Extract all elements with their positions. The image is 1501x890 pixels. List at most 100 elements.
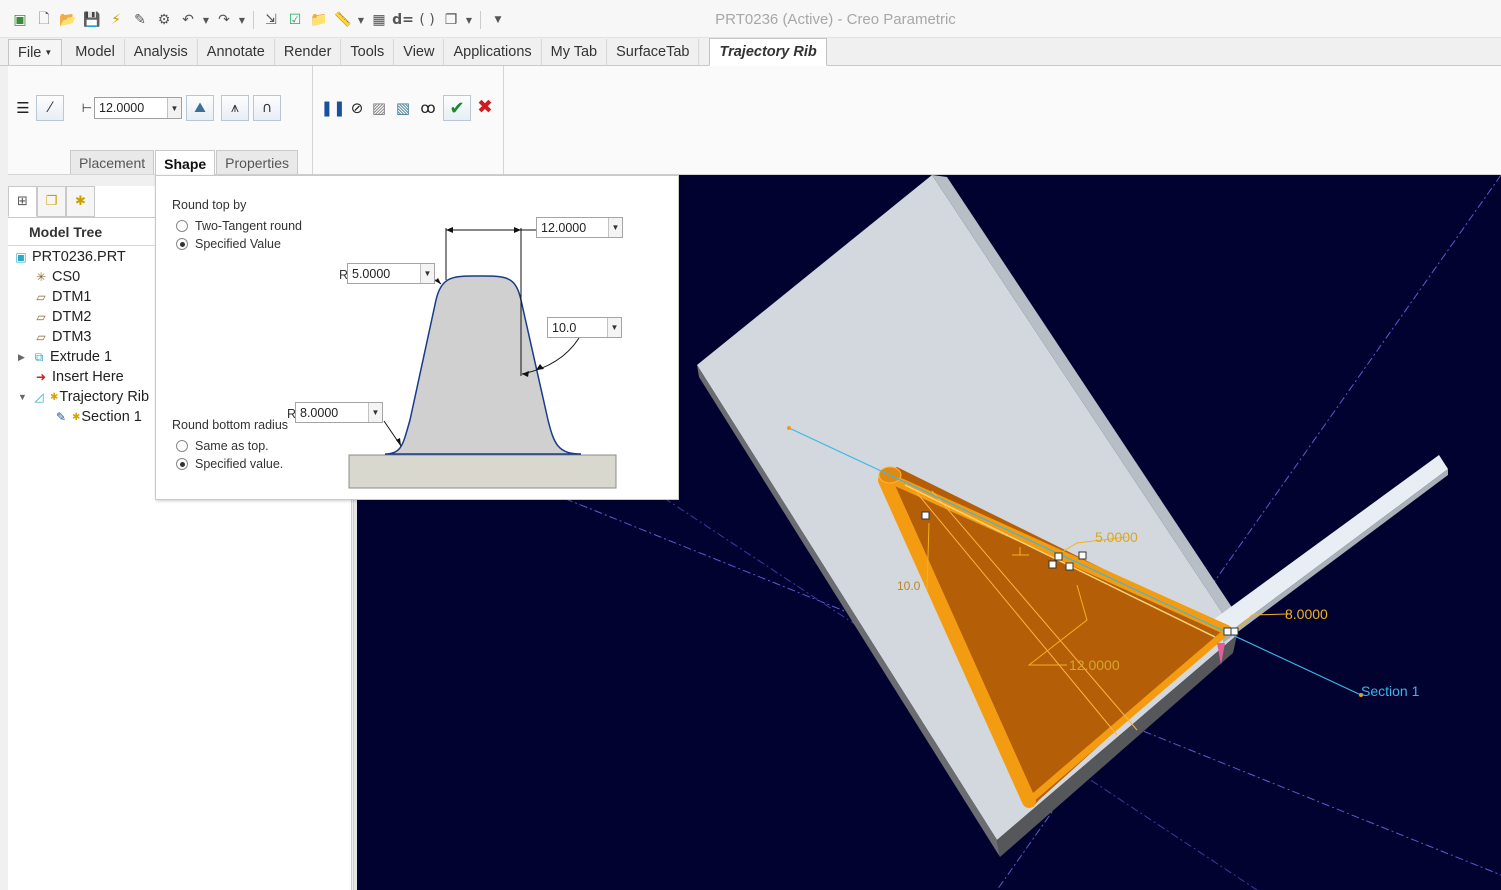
- add-draft-button[interactable]: ⛰: [186, 95, 214, 121]
- rib-icon: ◿: [34, 390, 44, 404]
- bottom-radius-combo[interactable]: 8.0000 ▼: [295, 402, 383, 423]
- no-preview-icon[interactable]: ⊘: [346, 97, 368, 119]
- cancel-button[interactable]: ✖: [474, 96, 496, 118]
- tree-item-trajectory-rib[interactable]: ▼ ◿ ✱ Trajectory Rib: [18, 387, 149, 407]
- base-block: [348, 454, 617, 489]
- tree-item-dtm2[interactable]: ▱ DTM2: [32, 307, 91, 327]
- tab-tools[interactable]: Tools: [341, 39, 395, 65]
- shape-slideup-panel: Round top by Two-Tangent round Specified…: [155, 175, 679, 500]
- tree-item-extrude-1[interactable]: ▶ ⧉ Extrude 1: [18, 347, 112, 367]
- tab-surfacetab[interactable]: SurfaceTab: [607, 39, 700, 65]
- tab-file-label: File: [18, 44, 42, 61]
- extrude-icon: ⧉: [34, 349, 44, 364]
- tab-my-tab[interactable]: My Tab: [542, 39, 608, 65]
- tree-item-label: Trajectory Rib: [59, 389, 150, 405]
- round-exposed-edges-button[interactable]: ∩: [253, 95, 281, 121]
- chevron-down-icon[interactable]: ▼: [368, 403, 382, 422]
- tree-item-insert-here[interactable]: ➜ Insert Here: [32, 367, 124, 387]
- drag-handle[interactable]: [1054, 552, 1063, 561]
- drag-handle[interactable]: [1223, 627, 1232, 636]
- tree-item-dtm1[interactable]: ▱ DTM1: [32, 287, 91, 307]
- sketch-icon: ✎: [55, 410, 67, 424]
- tree-item-cs0[interactable]: ✳ CS0: [32, 267, 80, 287]
- draft-angle-combo[interactable]: 10.0 ▼: [547, 317, 622, 338]
- top-radius-value: 5.0000: [352, 266, 391, 281]
- arrowhead: [435, 278, 441, 284]
- tab-trajectory-rib[interactable]: Trajectory Rib: [709, 38, 827, 66]
- arrowhead: [536, 364, 544, 370]
- arrowhead: [514, 227, 521, 233]
- ok-button[interactable]: ✔: [443, 95, 471, 121]
- drag-handle[interactable]: [1078, 551, 1087, 560]
- expand-icon[interactable]: ▶: [18, 352, 30, 363]
- tree-item-label: Extrude 1: [50, 349, 113, 365]
- datum-plane-icon: ▱: [36, 330, 46, 344]
- thickness-icon: ☰: [16, 99, 30, 117]
- tab-model[interactable]: Model: [66, 39, 125, 65]
- tab-analysis[interactable]: Analysis: [125, 39, 198, 65]
- tab-file[interactable]: File ▼: [8, 39, 63, 65]
- section-label[interactable]: Section 1: [1361, 683, 1420, 699]
- new-feature-star-icon: ✱: [72, 411, 81, 423]
- tree-item-section-1[interactable]: ✎ ✱ Section 1: [52, 407, 142, 427]
- new-feature-star-icon: ✱: [50, 391, 59, 403]
- subtab-placement[interactable]: Placement: [70, 150, 155, 174]
- ribbon-tabs: File ▼ Model Analysis Annotate Render Too…: [0, 38, 1501, 66]
- subtab-properties[interactable]: Properties: [216, 150, 298, 174]
- folder-browser-tab-icon[interactable]: ❐: [37, 186, 66, 217]
- drag-handle[interactable]: [1230, 627, 1239, 636]
- wall-face: [1213, 455, 1448, 637]
- top-width-combo[interactable]: 12.0000 ▼: [536, 217, 623, 238]
- chevron-down-icon[interactable]: ▼: [167, 98, 181, 118]
- model-tree-tab-icon[interactable]: ⊞: [8, 186, 37, 217]
- flip-thickness-button[interactable]: ⁄: [36, 95, 64, 121]
- subtab-shape[interactable]: Shape: [155, 150, 216, 176]
- chevron-down-icon[interactable]: ▼: [608, 218, 622, 237]
- thickness-combo[interactable]: 12.0000 ▼: [94, 97, 182, 119]
- drag-handle[interactable]: [921, 511, 930, 520]
- pause-icon[interactable]: ❚❚: [320, 97, 345, 119]
- tree-item-label: Insert Here: [52, 369, 124, 385]
- feature-control-group: ❚❚ ⊘ ▨ ▧ ꝏ ✔ ✖: [314, 66, 504, 175]
- tree-item-prt0236[interactable]: ▣ PRT0236.PRT: [12, 247, 126, 267]
- tree-item-label: DTM1: [52, 289, 92, 305]
- bottom-radius-value: 8.0000: [300, 405, 339, 420]
- drag-handle[interactable]: [1065, 562, 1074, 571]
- dim-5-text[interactable]: 5.0000: [1095, 529, 1138, 545]
- chevron-down-icon[interactable]: ▼: [607, 318, 621, 337]
- verify-mode-icon[interactable]: ꝏ: [417, 97, 439, 119]
- tab-applications[interactable]: Applications: [444, 39, 542, 65]
- insert-arrow-icon: ➜: [35, 370, 47, 384]
- top-radius-combo[interactable]: 5.0000 ▼: [347, 263, 435, 284]
- tab-annotate[interactable]: Annotate: [198, 39, 275, 65]
- favorites-tab-icon[interactable]: ✱: [66, 186, 95, 217]
- title-bar: ▣ 🗋 📂 💾 ⚡ ✎ ⚙ ↶ ▼ ↷ ▼ ⇲ ☑ 📁 📏 ▼ ▦ d= ( )…: [0, 0, 1501, 38]
- rib-subtabs: Placement Shape Properties: [70, 150, 299, 176]
- window-title: PRT0236 (Active) - Creo Parametric: [715, 11, 956, 28]
- chevron-down-icon: ▼: [44, 48, 53, 57]
- thickness-value: 12.0000: [99, 101, 145, 115]
- part-icon: ▣: [15, 250, 27, 264]
- tree-item-label: DTM3: [52, 329, 92, 345]
- top-width-value: 12.0000: [541, 220, 587, 235]
- drag-handle[interactable]: [1048, 560, 1057, 569]
- tree-item-dtm3[interactable]: ▱ DTM3: [32, 327, 91, 347]
- trajectory-start-point: [787, 426, 791, 430]
- dim-12-text[interactable]: 12.0000: [1069, 657, 1120, 673]
- preview-attached-icon[interactable]: ▨: [368, 97, 390, 119]
- chevron-down-icon[interactable]: ▼: [420, 264, 434, 283]
- coordinate-system-icon: ✳: [35, 270, 47, 284]
- preview-detached-icon[interactable]: ▧: [392, 97, 414, 119]
- dim-8-text[interactable]: 8.0000: [1285, 606, 1328, 622]
- tab-render[interactable]: Render: [275, 39, 342, 65]
- navigator-tabs: ⊞ ❐ ✱: [8, 186, 95, 217]
- tree-item-label: CS0: [52, 269, 81, 285]
- tab-view[interactable]: View: [394, 39, 445, 65]
- wall-edge: [1223, 469, 1448, 643]
- tree-item-label: PRT0236.PRT: [32, 249, 126, 265]
- ribbon-panel: ☰ ⁄ ⊢ 12.0000 ▼ ⛰ ⩚ ∩ ❚❚ ⊘ ▨ ▧ ꝏ ✔ ✖ Pla…: [8, 66, 1501, 176]
- datum-plane-icon: ▱: [36, 290, 46, 304]
- collapse-icon[interactable]: ▼: [18, 392, 30, 402]
- round-inner-edges-button[interactable]: ⩚: [221, 95, 249, 121]
- dim-10-text[interactable]: 10.0: [897, 579, 921, 593]
